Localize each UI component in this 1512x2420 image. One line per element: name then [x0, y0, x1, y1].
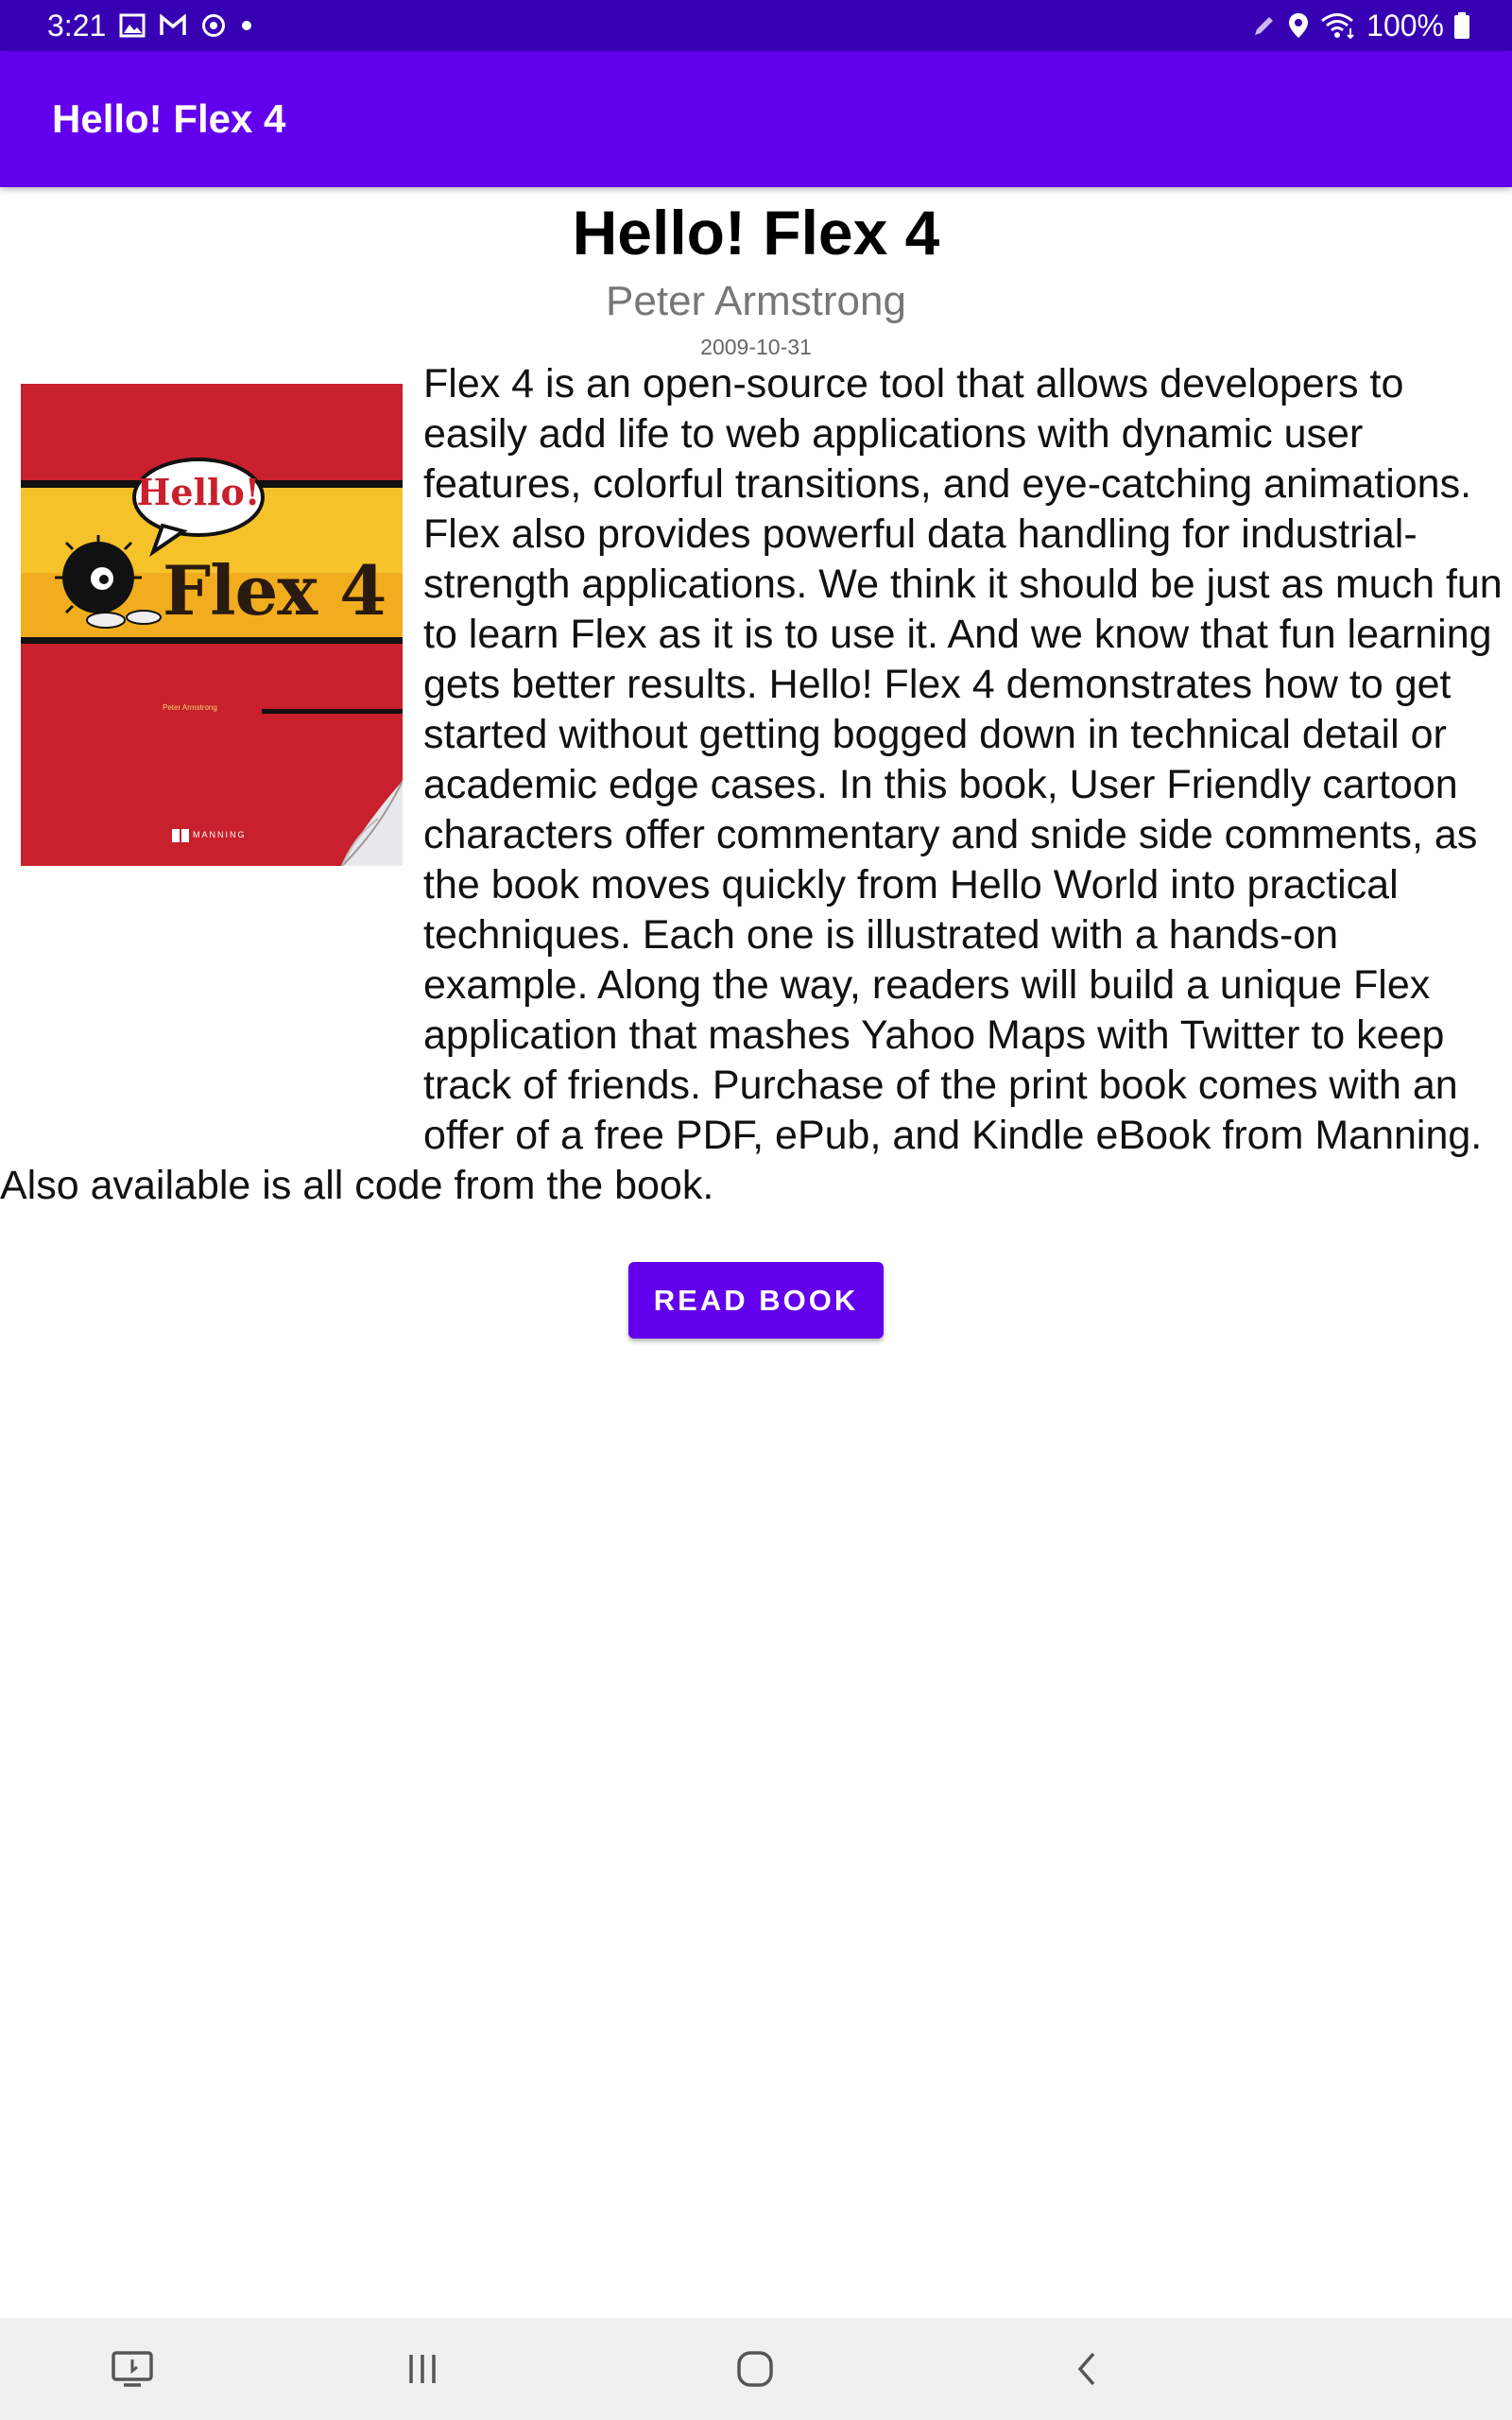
screen-icon[interactable] — [76, 2318, 189, 2420]
sync-icon — [200, 12, 227, 39]
wifi-icon — [1319, 11, 1357, 40]
status-left: 3:21 — [47, 0, 253, 51]
home-icon[interactable] — [698, 2318, 812, 2420]
cover-publisher-text: MANNING — [193, 830, 247, 839]
recents-icon[interactable] — [366, 2318, 479, 2420]
book-cover-image: Hello! Flex 4 Peter Armstrong MANNING — [21, 384, 403, 866]
app-bar: Hello! Flex 4 — [0, 51, 1512, 187]
app-bar-title: Hello! Flex 4 — [52, 96, 286, 141]
read-book-button[interactable]: READ BOOK — [628, 1262, 884, 1339]
nav-bar — [0, 2318, 1512, 2420]
dot-icon — [240, 19, 253, 32]
back-icon[interactable] — [1030, 2318, 1143, 2420]
battery-percent: 100% — [1366, 8, 1444, 43]
book-date: 2009-10-31 — [700, 335, 812, 359]
gallery-icon — [119, 13, 146, 38]
gmail-icon — [159, 14, 187, 37]
pen-icon — [1251, 12, 1278, 39]
book-author: Peter Armstrong — [606, 278, 906, 324]
status-time: 3:21 — [47, 8, 107, 43]
battery-icon — [1453, 11, 1470, 40]
status-right: 100% — [1251, 0, 1470, 51]
book-title: Hello! Flex 4 — [572, 198, 940, 268]
cover-author-text: Peter Armstrong — [163, 703, 217, 712]
status-bar: 3:21 100% — [0, 0, 1512, 51]
cover-hello-text: Hello! — [136, 471, 261, 513]
location-icon — [1287, 11, 1310, 40]
cover-flex-text: Flex 4 — [163, 550, 387, 631]
